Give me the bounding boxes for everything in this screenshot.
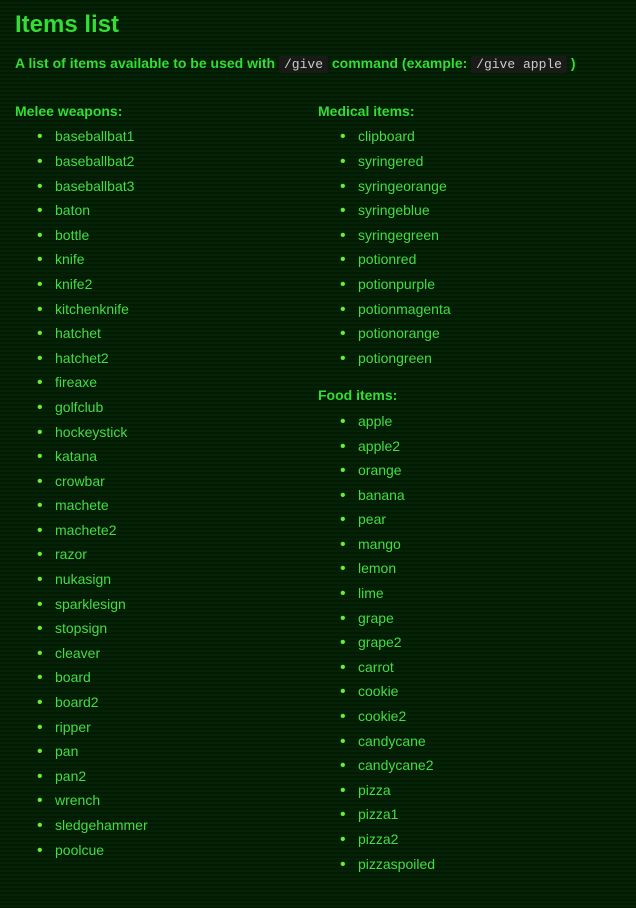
list-item: apple2 — [358, 437, 621, 457]
list-item: clipboard — [358, 127, 621, 147]
medical-section: Medical items: clipboard syringered syring… — [318, 102, 621, 369]
list-item: crowbar — [55, 472, 318, 492]
list-item: pizza2 — [358, 830, 621, 850]
list-item: syringeblue — [358, 201, 621, 221]
list-item: pear — [358, 510, 621, 530]
desc-mid: command (example: — [332, 55, 471, 71]
food-list: apple apple2 orange banana pear mango lemon lim… — [318, 412, 621, 874]
list-item: board2 — [55, 693, 318, 713]
list-item: pan2 — [55, 767, 318, 787]
right-column: Medical items: clipboard syringered syring… — [318, 102, 621, 879]
list-item: grape — [358, 609, 621, 629]
medical-heading: Medical items: — [318, 102, 621, 122]
list-item: kitchenknife — [55, 300, 318, 320]
list-item: cookie2 — [358, 707, 621, 727]
list-item: syringeorange — [358, 177, 621, 197]
list-item: grape2 — [358, 633, 621, 653]
list-item: cookie — [358, 682, 621, 702]
list-item: razor — [55, 545, 318, 565]
list-item: sledgehammer — [55, 816, 318, 836]
list-item: apple — [358, 412, 621, 432]
list-item: wrench — [55, 791, 318, 811]
list-item: potiongreen — [358, 349, 621, 369]
desc-prefix: A list of items available to be used wit… — [15, 55, 279, 71]
list-item: cleaver — [55, 644, 318, 664]
melee-list: baseballbat1 baseballbat2 baseballbat3 bato… — [15, 127, 318, 860]
list-item: lime — [358, 584, 621, 604]
food-heading: Food items: — [318, 386, 621, 406]
list-item: pizza — [358, 781, 621, 801]
list-item: golfclub — [55, 398, 318, 418]
list-item: ripper — [55, 718, 318, 738]
list-item: hatchet — [55, 324, 318, 344]
list-item: baseballbat1 — [55, 127, 318, 147]
list-item: sparklesign — [55, 595, 318, 615]
list-item: potionorange — [358, 324, 621, 344]
list-item: baton — [55, 201, 318, 221]
list-item: banana — [358, 486, 621, 506]
cmd-give: /give — [279, 56, 328, 73]
list-item: potionmagenta — [358, 300, 621, 320]
list-item: pan — [55, 742, 318, 762]
list-item: machete — [55, 496, 318, 516]
melee-heading: Melee weapons: — [15, 102, 318, 122]
cmd-example: /give apple — [471, 56, 567, 73]
list-item: candycane2 — [358, 756, 621, 776]
page-title: Items list — [15, 8, 621, 42]
list-item: syringered — [358, 152, 621, 172]
left-column: Melee weapons: baseballbat1baseballbat2b… — [15, 102, 318, 879]
medical-list: clipboard syringered syringeorange syringeb… — [318, 127, 621, 368]
list-item: stopsign — [55, 619, 318, 639]
list-item: machete2 — [55, 521, 318, 541]
list-item: orange — [358, 461, 621, 481]
list-item: syringegreen — [358, 226, 621, 246]
list-item: pizzaspoiled — [358, 855, 621, 875]
list-item: fireaxe — [55, 373, 318, 393]
list-item: bottle — [55, 226, 318, 246]
list-item: hockeystick — [55, 423, 318, 443]
list-item: candycane — [358, 732, 621, 752]
list-item: baseballbat2 — [55, 152, 318, 172]
list-item: hatchet2 — [55, 349, 318, 369]
list-item: mango — [358, 535, 621, 555]
list-item: board — [55, 668, 318, 688]
list-item: potionred — [358, 250, 621, 270]
description: A list of items available to be used wit… — [15, 54, 621, 74]
list-item: nukasign — [55, 570, 318, 590]
desc-suffix: ) — [571, 55, 576, 71]
list-item: knife — [55, 250, 318, 270]
list-item: poolcue — [55, 841, 318, 861]
list-item: baseballbat3 — [55, 177, 318, 197]
list-item: pizza1 — [358, 805, 621, 825]
list-item: carrot — [358, 658, 621, 678]
melee-section: Melee weapons: baseballbat1baseballbat2b… — [15, 102, 318, 860]
list-item: lemon — [358, 559, 621, 579]
list-item: potionpurple — [358, 275, 621, 295]
food-section: Food items: apple apple2 orange banana pear m… — [318, 386, 621, 874]
list-item: knife2 — [55, 275, 318, 295]
columns: Melee weapons: baseballbat1baseballbat2b… — [15, 102, 621, 879]
list-item: katana — [55, 447, 318, 467]
